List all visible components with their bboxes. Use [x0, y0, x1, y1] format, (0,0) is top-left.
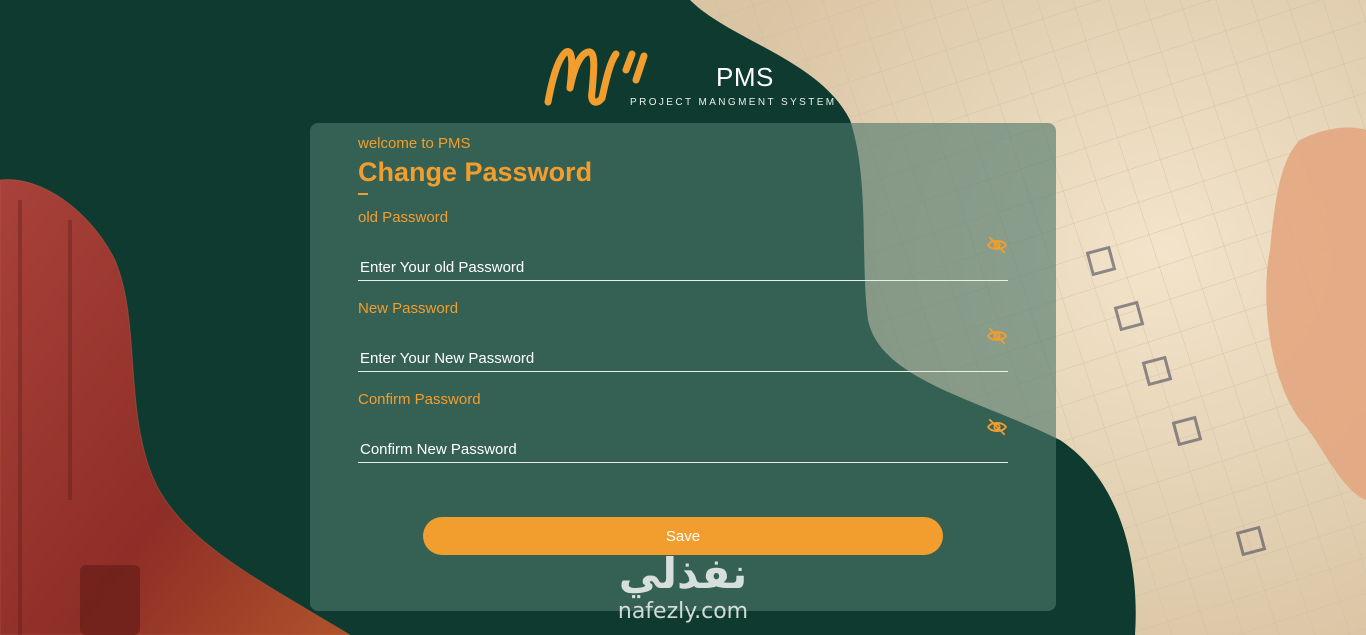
watermark: نفذلي nafezly.com	[598, 548, 768, 633]
new-password-field: New Password	[358, 300, 1008, 380]
eye-slash-icon[interactable]	[986, 418, 1008, 436]
eye-slash-icon[interactable]	[986, 327, 1008, 345]
title-underline	[358, 193, 368, 195]
eye-slash-icon[interactable]	[986, 236, 1008, 254]
brand-name: PMS	[716, 62, 774, 92]
new-password-label: New Password	[358, 300, 459, 317]
old-password-label: old Password	[358, 209, 449, 226]
old-password-input[interactable]	[358, 255, 1008, 281]
confirm-password-input[interactable]	[358, 437, 1008, 463]
confirm-password-label: Confirm Password	[358, 391, 481, 408]
old-password-field: old Password	[358, 209, 1008, 289]
brand-tagline: PROJECT MANGMENT SYSTEM	[630, 97, 837, 108]
watermark-latin: nafezly.com	[617, 599, 749, 624]
change-password-card: welcome to PMS Change Password old Passw…	[310, 123, 1056, 611]
confirm-password-field: Confirm Password	[358, 391, 1008, 471]
page-title: Change Password	[358, 157, 593, 187]
watermark-arabic: نفذلي	[618, 550, 748, 597]
welcome-text: welcome to PMS	[358, 135, 471, 152]
brand-logo: PMS PROJECT MANGMENT SYSTEM	[540, 40, 840, 115]
new-password-input[interactable]	[358, 346, 1008, 372]
